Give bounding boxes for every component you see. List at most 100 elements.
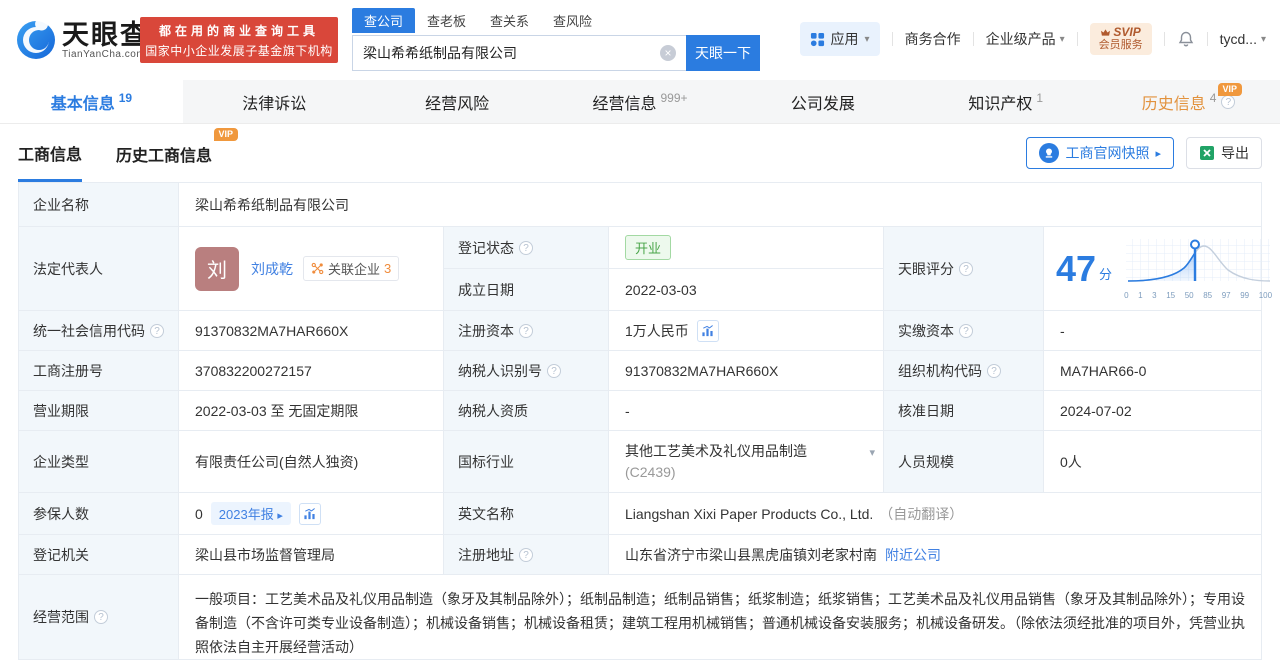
promo-line1: 都在用的商业查询工具 [158, 23, 319, 38]
field-label: 纳税人识别号 ? [444, 351, 609, 390]
search-tab-relation[interactable]: 查关系 [478, 8, 541, 33]
table-row: 统一社会信用代码 ? 91370832MA7HAR660X 注册资本 ? 1万人… [19, 311, 1261, 351]
sub-tabbar: 工商信息 VIP 历史工商信息 工商官网快照 ▸ 导出 [0, 124, 1280, 182]
notification-bell-icon[interactable] [1177, 30, 1195, 48]
field-label: 核准日期 [884, 391, 1044, 430]
field-label: 经营范围 ? [19, 575, 179, 659]
tab-operation-risk[interactable]: 经营风险 [366, 80, 549, 123]
logo-text-en: TianYanCha.com [62, 48, 146, 60]
table-row: 参保人数 0 2023年报 ▸ 英文名称 Liangshan Xixi Pape… [19, 493, 1261, 535]
score-distribution-chart: 01 3 15 50 85 97 99 100 [1124, 237, 1272, 300]
help-icon[interactable]: ? [150, 323, 164, 338]
search-input-value: 梁山希希纸制品有限公司 [363, 45, 517, 61]
apps-menu[interactable]: 应用 ▾ [799, 22, 880, 56]
promo-line2: 国家中小企业发展子基金旗下机构 [145, 43, 333, 58]
tab-history-info[interactable]: VIP 历史信息 4 ? [1097, 80, 1280, 123]
field-label: 国标行业 [444, 431, 609, 492]
score-unit: 分 [1099, 267, 1113, 282]
header-nav: 应用 ▾ 商务合作 企业级产品 ▾ SVIP 会员服务 tycd... ▾ [799, 22, 1266, 56]
industry-cell: 其他工艺美术及礼仪用品制造 (C2439) ▾ [609, 431, 884, 492]
stamp-icon [1039, 143, 1060, 163]
business-info-table: 企业名称 梁山希希纸制品有限公司 法定代表人 刘 刘成乾 关联企业 3 登记状态… [18, 182, 1272, 660]
field-label: 工商注册号 [19, 351, 179, 390]
help-icon[interactable]: ? [959, 261, 973, 276]
reg-number-value: 370832200272157 [179, 351, 444, 390]
search-tab-risk[interactable]: 查风险 [541, 8, 604, 33]
nav-business-cooperation[interactable]: 商务合作 [905, 29, 961, 49]
tianyancha-logo[interactable]: 天眼查 TianYanCha.com [16, 20, 149, 60]
org-code-value: MA7HAR66-0 [1060, 362, 1147, 379]
table-row: 企业名称 梁山希希纸制品有限公司 [19, 183, 1261, 227]
business-scope-value: 一般项目：工艺美术品及礼仪用品制造（象牙及其制品除外）；纸制品制造；纸制品销售；… [195, 591, 1245, 655]
search-tabs: 查公司 查老板 查关系 查风险 [352, 8, 760, 33]
legal-rep-cell: 刘 刘成乾 关联企业 3 [179, 227, 444, 310]
avatar[interactable]: 刘 [195, 246, 239, 291]
export-button[interactable]: 导出 [1186, 137, 1262, 169]
main-tabbar: 基本信息 19 法律诉讼 经营风险 经营信息 999+ 公司发展 知识产权 1 VIP… [0, 80, 1280, 124]
subtab-business-info[interactable]: 工商信息 [18, 125, 83, 182]
apps-label: 应用 [830, 31, 859, 47]
approval-date-value: 2024-07-02 [1060, 402, 1132, 419]
user-menu[interactable]: tycd... ▾ [1220, 31, 1266, 47]
credit-code-value: 91370832MA7HAR660X [179, 311, 444, 350]
capital-chart-icon[interactable] [696, 319, 719, 342]
search-tab-boss[interactable]: 查老板 [415, 8, 478, 33]
related-companies-badge[interactable]: 关联企业 3 [303, 256, 400, 281]
company-name-value: 梁山希希纸制品有限公司 [195, 196, 349, 213]
subtab-history-business-info[interactable]: VIP 历史工商信息 [116, 126, 239, 180]
help-icon[interactable]: ? [547, 363, 561, 378]
est-date-value: 2022-03-03 [625, 281, 697, 298]
chevron-down-icon: ▾ [864, 33, 870, 45]
field-label: 企业名称 [19, 183, 179, 226]
tab-intellectual-property[interactable]: 知识产权 1 [914, 80, 1097, 123]
arrow-right-icon: ▸ [277, 510, 283, 522]
annual-report-chip[interactable]: 2023年报 ▸ [210, 502, 291, 525]
field-label: 英文名称 [444, 493, 609, 534]
tab-basic-info[interactable]: 基本信息 19 [0, 80, 183, 123]
arrow-right-icon: ▸ [1155, 147, 1161, 160]
search-tab-company[interactable]: 查公司 [352, 8, 416, 33]
tab-legal-litigation[interactable]: 法律诉讼 [183, 80, 366, 123]
help-icon[interactable]: ? [519, 547, 533, 562]
taxpayer-qualification-value: - [609, 391, 884, 430]
help-icon[interactable]: ? [519, 323, 533, 338]
table-row: 营业期限 2022-03-03 至 无固定期限 纳税人资质 - 核准日期 202… [19, 391, 1261, 431]
field-label: 注册地址 ? [444, 535, 609, 574]
legal-rep-link[interactable]: 刘成乾 [251, 259, 293, 279]
tianyan-score-cell[interactable]: 47 分 0 1 3 15 50 85 97 99 100 [1044, 227, 1278, 310]
svip-member-service[interactable]: SVIP 会员服务 [1089, 23, 1152, 55]
insured-count-value: 0 [195, 505, 203, 522]
help-icon[interactable]: ? [987, 363, 1001, 378]
nearby-companies-link[interactable]: 附近公司 [885, 545, 941, 565]
search-button[interactable]: 天眼一下 [686, 35, 760, 71]
score-marker-dot [1190, 239, 1201, 250]
nav-enterprise-products[interactable]: 企业级产品 ▾ [986, 29, 1065, 49]
header: 天眼查 TianYanCha.com 都在用的商业查询工具 国家中小企业发展子基… [0, 0, 1280, 80]
staff-size-value: 0人 [1060, 453, 1082, 470]
logo-text-cn: 天眼查 [62, 19, 149, 50]
search-input[interactable]: 梁山希希纸制品有限公司 × [352, 35, 686, 71]
promo-banner: 都在用的商业查询工具 国家中小企业发展子基金旗下机构 [140, 17, 338, 63]
help-icon[interactable]: ? [959, 323, 973, 338]
clear-icon[interactable]: × [660, 45, 676, 61]
help-icon[interactable]: ? [1221, 94, 1236, 109]
status-badge: 开业 [625, 235, 672, 260]
field-label: 成立日期 [444, 269, 609, 310]
auto-translate-note: （自动翻译） [879, 505, 964, 522]
help-icon[interactable]: ? [94, 610, 108, 624]
field-label: 纳税人资质 [444, 391, 609, 430]
help-icon[interactable]: ? [519, 240, 533, 255]
field-label: 实缴资本 ? [884, 311, 1044, 350]
insured-chart-icon[interactable] [298, 502, 321, 525]
paid-capital-value: - [1060, 322, 1065, 339]
tab-operation-info[interactable]: 经营信息 999+ [549, 80, 732, 123]
chevron-down-icon[interactable]: ▾ [869, 443, 875, 464]
field-label: 登记状态 ? [444, 227, 609, 268]
tab-company-development[interactable]: 公司发展 [731, 80, 914, 123]
reg-capital-value: 1万人民币 [625, 322, 689, 339]
taxpayer-id-value: 91370832MA7HAR660X [609, 351, 884, 390]
reg-authority-value: 梁山县市场监督管理局 [179, 535, 444, 574]
official-snapshot-button[interactable]: 工商官网快照 ▸ [1026, 137, 1174, 169]
table-row: 企业类型 有限责任公司(自然人独资) 国标行业 其他工艺美术及礼仪用品制造 (C… [19, 431, 1261, 493]
business-term-value: 2022-03-03 至 无固定期限 [179, 391, 444, 430]
